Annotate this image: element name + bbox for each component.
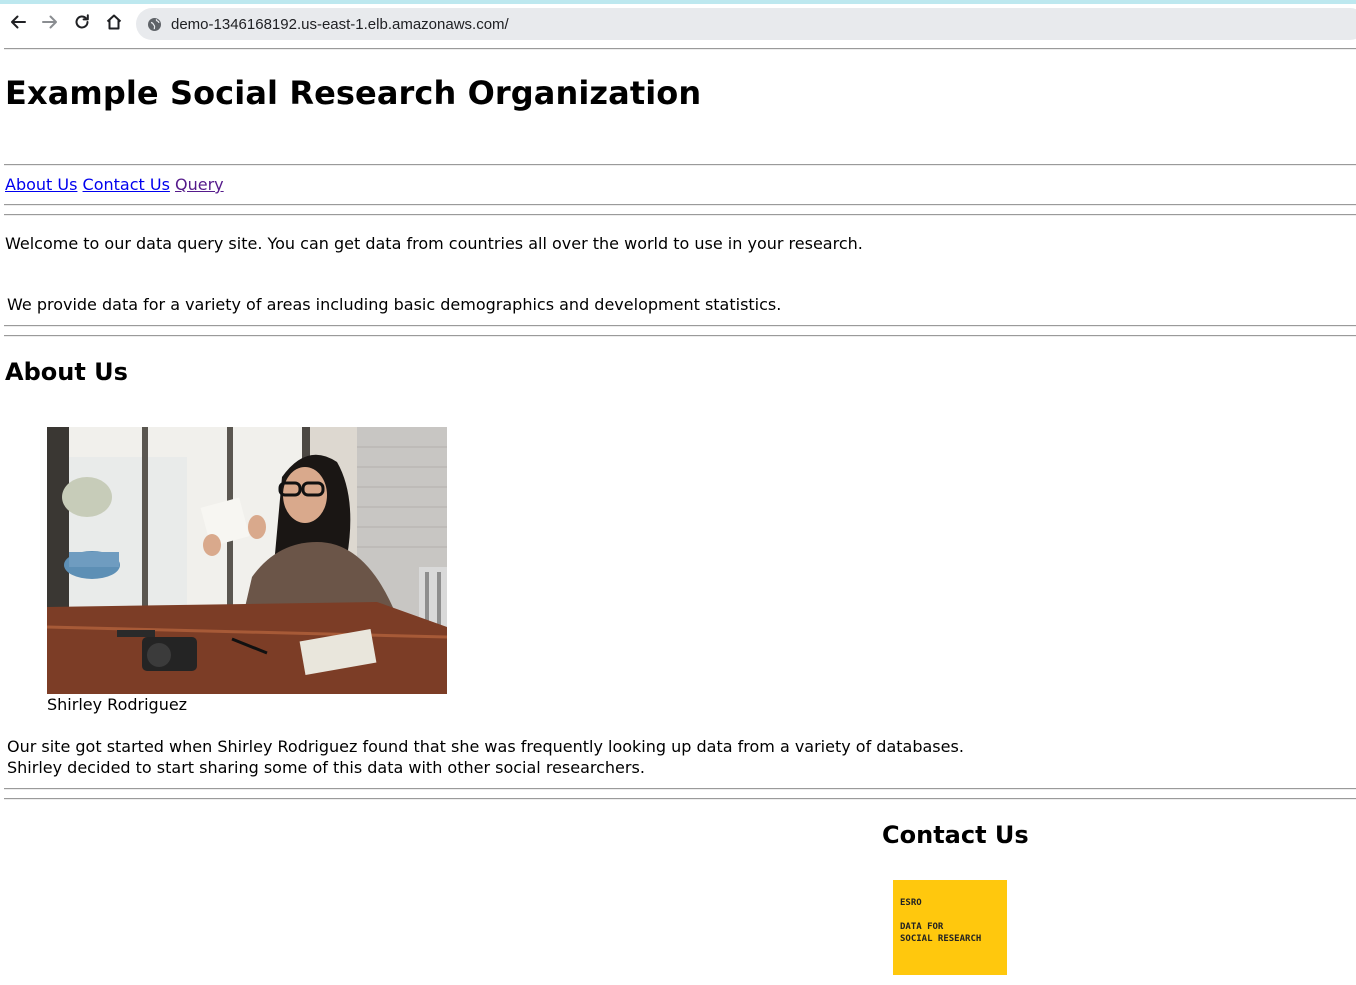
welcome-text: Welcome to our data query site. You can … <box>5 234 863 253</box>
home-icon <box>106 14 122 30</box>
nav-link-query[interactable]: Query <box>175 175 224 194</box>
logo-line2: DATA FOR <box>900 922 944 932</box>
founder-photo <box>47 427 447 694</box>
photo-caption: Shirley Rodriguez <box>47 695 188 714</box>
site-info-icon[interactable] <box>147 17 162 32</box>
divider <box>4 325 1356 327</box>
divider <box>4 798 1356 800</box>
divider <box>4 214 1356 216</box>
address-bar[interactable]: demo-1346168192.us-east-1.elb.amazonaws.… <box>136 8 1356 40</box>
divider <box>4 204 1356 206</box>
divider <box>4 48 1356 50</box>
forward-arrow-icon <box>42 15 57 29</box>
divider <box>4 788 1356 790</box>
url-text: demo-1346168192.us-east-1.elb.amazonaws.… <box>171 15 509 33</box>
esro-logo: ESRO DATA FOR SOCIAL RESEARCH <box>893 880 1007 975</box>
home-button[interactable] <box>101 9 127 35</box>
contact-heading: Contact Us <box>882 821 1029 849</box>
reload-icon <box>75 14 89 29</box>
page-title: Example Social Research Organization <box>5 74 702 112</box>
browser-toolbar: demo-1346168192.us-east-1.elb.amazonaws.… <box>0 4 1356 40</box>
nav-link-contact-us[interactable]: Contact Us <box>83 175 170 194</box>
back-arrow-icon <box>11 15 26 29</box>
about-story-line2: Shirley decided to start sharing some of… <box>7 758 645 777</box>
nav-link-about-us[interactable]: About Us <box>5 175 77 194</box>
divider <box>4 335 1356 337</box>
back-button[interactable] <box>5 9 31 35</box>
reload-button[interactable] <box>69 9 95 35</box>
main-nav: About Us Contact Us Query <box>5 175 224 194</box>
page-content: Example Social Research Organization Abo… <box>0 40 1356 985</box>
about-story-line1: Our site got started when Shirley Rodrig… <box>7 737 964 756</box>
logo-line3: SOCIAL RESEARCH <box>900 934 982 944</box>
about-heading: About Us <box>5 358 128 386</box>
provide-text: We provide data for a variety of areas i… <box>7 295 782 314</box>
divider <box>4 164 1356 166</box>
logo-line1: ESRO <box>900 898 922 908</box>
forward-button[interactable] <box>37 9 63 35</box>
